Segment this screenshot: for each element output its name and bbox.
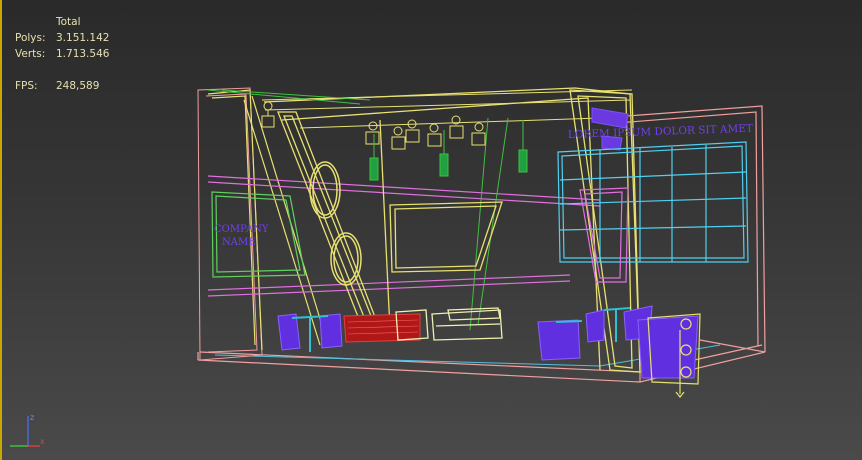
left-wall-frame (207, 89, 329, 351)
central-screen (389, 201, 503, 273)
right-chairs (537, 305, 699, 379)
axis-gizmo: z x (10, 413, 45, 447)
top-truss (261, 89, 633, 129)
z-axis-label: z (30, 413, 34, 422)
banner-text: LOREM IPSUM DOLOR SIT AMET (568, 123, 753, 141)
pink-horizontal-bands (207, 175, 601, 297)
wireframe-scene[interactable]: COMPANY NAME LOREM IPSUM DOLOR SIT AMET (0, 0, 862, 460)
3d-viewport[interactable]: Total Polys: 3.151.142 Verts: 1.713.546 … (0, 0, 862, 460)
company-line1-text: COMPANY (214, 224, 269, 235)
company-line2-text: NAME (222, 237, 256, 248)
x-axis-label: x (40, 437, 45, 446)
